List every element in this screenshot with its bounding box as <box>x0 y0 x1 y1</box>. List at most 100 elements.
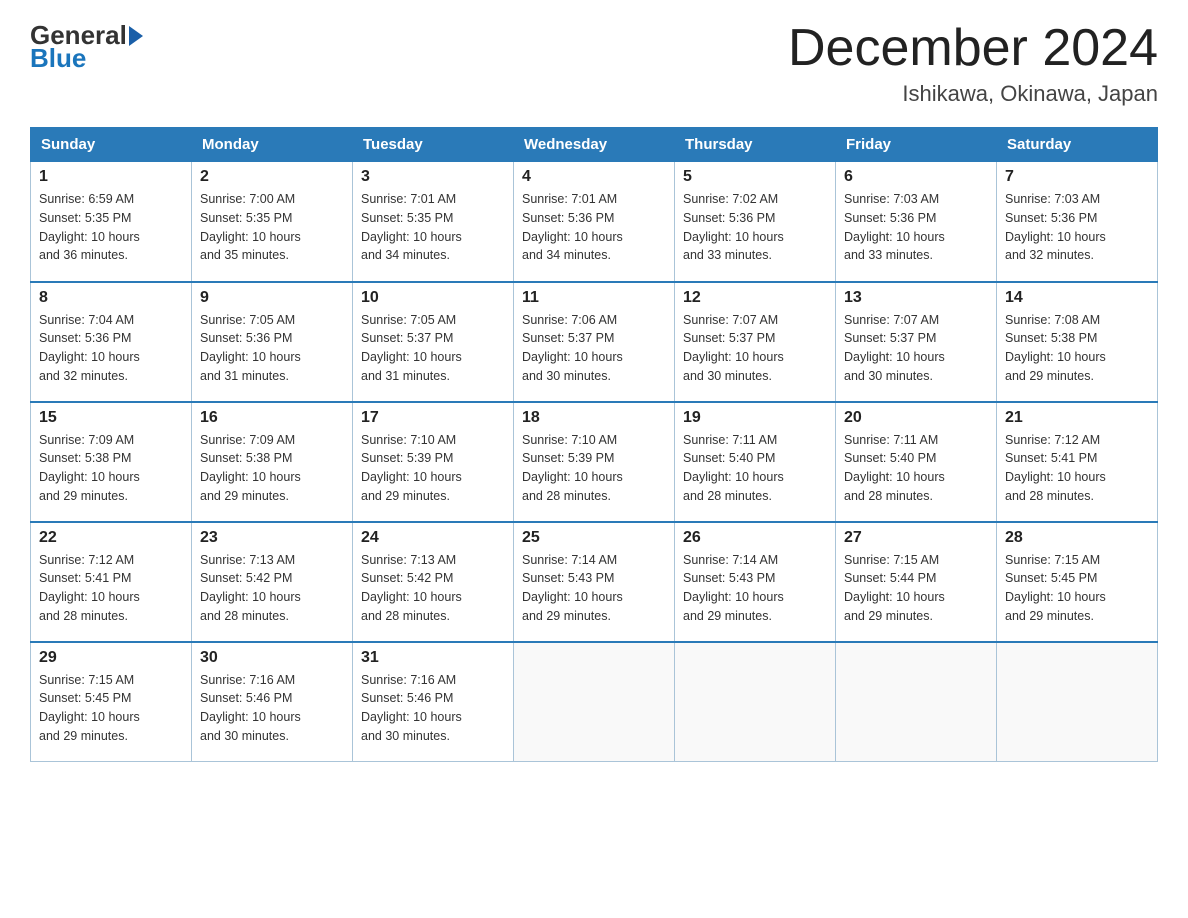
day-number: 3 <box>361 168 505 186</box>
day-info: Sunrise: 7:09 AMSunset: 5:38 PMDaylight:… <box>39 431 183 506</box>
day-info: Sunrise: 7:14 AMSunset: 5:43 PMDaylight:… <box>683 551 827 626</box>
day-info: Sunrise: 7:09 AMSunset: 5:38 PMDaylight:… <box>200 431 344 506</box>
day-number: 20 <box>844 409 988 427</box>
day-info: Sunrise: 7:15 AMSunset: 5:45 PMDaylight:… <box>1005 551 1149 626</box>
day-number: 19 <box>683 409 827 427</box>
calendar-cell: 30Sunrise: 7:16 AMSunset: 5:46 PMDayligh… <box>192 642 353 762</box>
day-info: Sunrise: 7:16 AMSunset: 5:46 PMDaylight:… <box>200 671 344 746</box>
day-number: 21 <box>1005 409 1149 427</box>
calendar-header-monday: Monday <box>192 128 353 162</box>
calendar-cell: 5 Sunrise: 7:02 AMSunset: 5:36 PMDaylight… <box>675 162 836 282</box>
calendar-cell: 9Sunrise: 7:05 AMSunset: 5:36 PMDaylight… <box>192 282 353 402</box>
day-info: Sunrise: 6:59 AMSunset: 5:35 PMDaylight:… <box>39 190 183 265</box>
day-number: 18 <box>522 409 666 427</box>
location: Ishikawa, Okinawa, Japan <box>788 81 1158 107</box>
day-info: Sunrise: 7:14 AMSunset: 5:43 PMDaylight:… <box>522 551 666 626</box>
calendar-cell: 25 Sunrise: 7:14 AMSunset: 5:43 PMDayligh… <box>514 522 675 642</box>
calendar-cell: 8 Sunrise: 7:04 AMSunset: 5:36 PMDaylight… <box>31 282 192 402</box>
calendar-week-row: 1Sunrise: 6:59 AMSunset: 5:35 PMDaylight… <box>31 162 1158 282</box>
calendar-cell: 29Sunrise: 7:15 AMSunset: 5:45 PMDayligh… <box>31 642 192 762</box>
day-number: 9 <box>200 289 344 307</box>
day-number: 12 <box>683 289 827 307</box>
calendar-cell: 7 Sunrise: 7:03 AMSunset: 5:36 PMDaylight… <box>997 162 1158 282</box>
day-number: 15 <box>39 409 183 427</box>
day-info: Sunrise: 7:05 AMSunset: 5:37 PMDaylight:… <box>361 311 505 386</box>
day-number: 7 <box>1005 168 1149 186</box>
logo-arrow-icon <box>129 26 143 46</box>
day-number: 13 <box>844 289 988 307</box>
calendar-header-row: SundayMondayTuesdayWednesdayThursdayFrid… <box>31 128 1158 162</box>
calendar-cell: 14 Sunrise: 7:08 AMSunset: 5:38 PMDayligh… <box>997 282 1158 402</box>
calendar-cell: 15 Sunrise: 7:09 AMSunset: 5:38 PMDayligh… <box>31 402 192 522</box>
calendar-week-row: 29Sunrise: 7:15 AMSunset: 5:45 PMDayligh… <box>31 642 1158 762</box>
calendar-cell: 1Sunrise: 6:59 AMSunset: 5:35 PMDaylight… <box>31 162 192 282</box>
logo-blue-text: Blue <box>30 43 86 73</box>
day-number: 6 <box>844 168 988 186</box>
day-info: Sunrise: 7:07 AMSunset: 5:37 PMDaylight:… <box>683 311 827 386</box>
calendar-cell: 6 Sunrise: 7:03 AMSunset: 5:36 PMDaylight… <box>836 162 997 282</box>
day-number: 23 <box>200 529 344 547</box>
day-number: 10 <box>361 289 505 307</box>
day-info: Sunrise: 7:13 AMSunset: 5:42 PMDaylight:… <box>361 551 505 626</box>
calendar-cell: 10 Sunrise: 7:05 AMSunset: 5:37 PMDayligh… <box>353 282 514 402</box>
day-info: Sunrise: 7:03 AMSunset: 5:36 PMDaylight:… <box>844 190 988 265</box>
day-number: 31 <box>361 649 505 667</box>
day-number: 22 <box>39 529 183 547</box>
day-info: Sunrise: 7:01 AMSunset: 5:36 PMDaylight:… <box>522 190 666 265</box>
day-info: Sunrise: 7:02 AMSunset: 5:36 PMDaylight:… <box>683 190 827 265</box>
day-number: 24 <box>361 529 505 547</box>
calendar-cell: 23 Sunrise: 7:13 AMSunset: 5:42 PMDayligh… <box>192 522 353 642</box>
calendar-cell: 18 Sunrise: 7:10 AMSunset: 5:39 PMDayligh… <box>514 402 675 522</box>
day-info: Sunrise: 7:10 AMSunset: 5:39 PMDaylight:… <box>522 431 666 506</box>
calendar-cell: 13 Sunrise: 7:07 AMSunset: 5:37 PMDayligh… <box>836 282 997 402</box>
day-number: 14 <box>1005 289 1149 307</box>
day-info: Sunrise: 7:00 AMSunset: 5:35 PMDaylight:… <box>200 190 344 265</box>
calendar-week-row: 8 Sunrise: 7:04 AMSunset: 5:36 PMDaylight… <box>31 282 1158 402</box>
calendar-cell: 28Sunrise: 7:15 AMSunset: 5:45 PMDayligh… <box>997 522 1158 642</box>
day-number: 26 <box>683 529 827 547</box>
day-info: Sunrise: 7:15 AMSunset: 5:44 PMDaylight:… <box>844 551 988 626</box>
calendar-cell: 24 Sunrise: 7:13 AMSunset: 5:42 PMDayligh… <box>353 522 514 642</box>
calendar-table: SundayMondayTuesdayWednesdayThursdayFrid… <box>30 127 1158 762</box>
title-area: December 2024 Ishikawa, Okinawa, Japan <box>788 20 1158 107</box>
month-title: December 2024 <box>788 20 1158 77</box>
calendar-header-wednesday: Wednesday <box>514 128 675 162</box>
day-info: Sunrise: 7:16 AMSunset: 5:46 PMDaylight:… <box>361 671 505 746</box>
day-number: 2 <box>200 168 344 186</box>
day-number: 17 <box>361 409 505 427</box>
day-info: Sunrise: 7:03 AMSunset: 5:36 PMDaylight:… <box>1005 190 1149 265</box>
day-number: 16 <box>200 409 344 427</box>
calendar-cell: 22 Sunrise: 7:12 AMSunset: 5:41 PMDayligh… <box>31 522 192 642</box>
day-number: 25 <box>522 529 666 547</box>
calendar-cell <box>675 642 836 762</box>
day-info: Sunrise: 7:07 AMSunset: 5:37 PMDaylight:… <box>844 311 988 386</box>
calendar-cell <box>836 642 997 762</box>
calendar-week-row: 15 Sunrise: 7:09 AMSunset: 5:38 PMDayligh… <box>31 402 1158 522</box>
calendar-cell <box>997 642 1158 762</box>
calendar-cell: 2 Sunrise: 7:00 AMSunset: 5:35 PMDaylight… <box>192 162 353 282</box>
day-info: Sunrise: 7:15 AMSunset: 5:45 PMDaylight:… <box>39 671 183 746</box>
day-info: Sunrise: 7:12 AMSunset: 5:41 PMDaylight:… <box>39 551 183 626</box>
day-number: 4 <box>522 168 666 186</box>
day-number: 27 <box>844 529 988 547</box>
calendar-cell: 19 Sunrise: 7:11 AMSunset: 5:40 PMDayligh… <box>675 402 836 522</box>
calendar-header-tuesday: Tuesday <box>353 128 514 162</box>
calendar-cell: 27 Sunrise: 7:15 AMSunset: 5:44 PMDayligh… <box>836 522 997 642</box>
calendar-cell: 11Sunrise: 7:06 AMSunset: 5:37 PMDayligh… <box>514 282 675 402</box>
calendar-header-friday: Friday <box>836 128 997 162</box>
day-number: 5 <box>683 168 827 186</box>
day-info: Sunrise: 7:12 AMSunset: 5:41 PMDaylight:… <box>1005 431 1149 506</box>
calendar-cell: 26 Sunrise: 7:14 AMSunset: 5:43 PMDayligh… <box>675 522 836 642</box>
day-info: Sunrise: 7:06 AMSunset: 5:37 PMDaylight:… <box>522 311 666 386</box>
day-info: Sunrise: 7:08 AMSunset: 5:38 PMDaylight:… <box>1005 311 1149 386</box>
day-info: Sunrise: 7:04 AMSunset: 5:36 PMDaylight:… <box>39 311 183 386</box>
day-info: Sunrise: 7:13 AMSunset: 5:42 PMDaylight:… <box>200 551 344 626</box>
day-number: 8 <box>39 289 183 307</box>
calendar-cell: 4 Sunrise: 7:01 AMSunset: 5:36 PMDaylight… <box>514 162 675 282</box>
calendar-cell: 12 Sunrise: 7:07 AMSunset: 5:37 PMDayligh… <box>675 282 836 402</box>
day-info: Sunrise: 7:11 AMSunset: 5:40 PMDaylight:… <box>683 431 827 506</box>
calendar-header-thursday: Thursday <box>675 128 836 162</box>
calendar-week-row: 22 Sunrise: 7:12 AMSunset: 5:41 PMDayligh… <box>31 522 1158 642</box>
page-header: General Blue December 2024 Ishikawa, Oki… <box>30 20 1158 107</box>
day-info: Sunrise: 7:01 AMSunset: 5:35 PMDaylight:… <box>361 190 505 265</box>
